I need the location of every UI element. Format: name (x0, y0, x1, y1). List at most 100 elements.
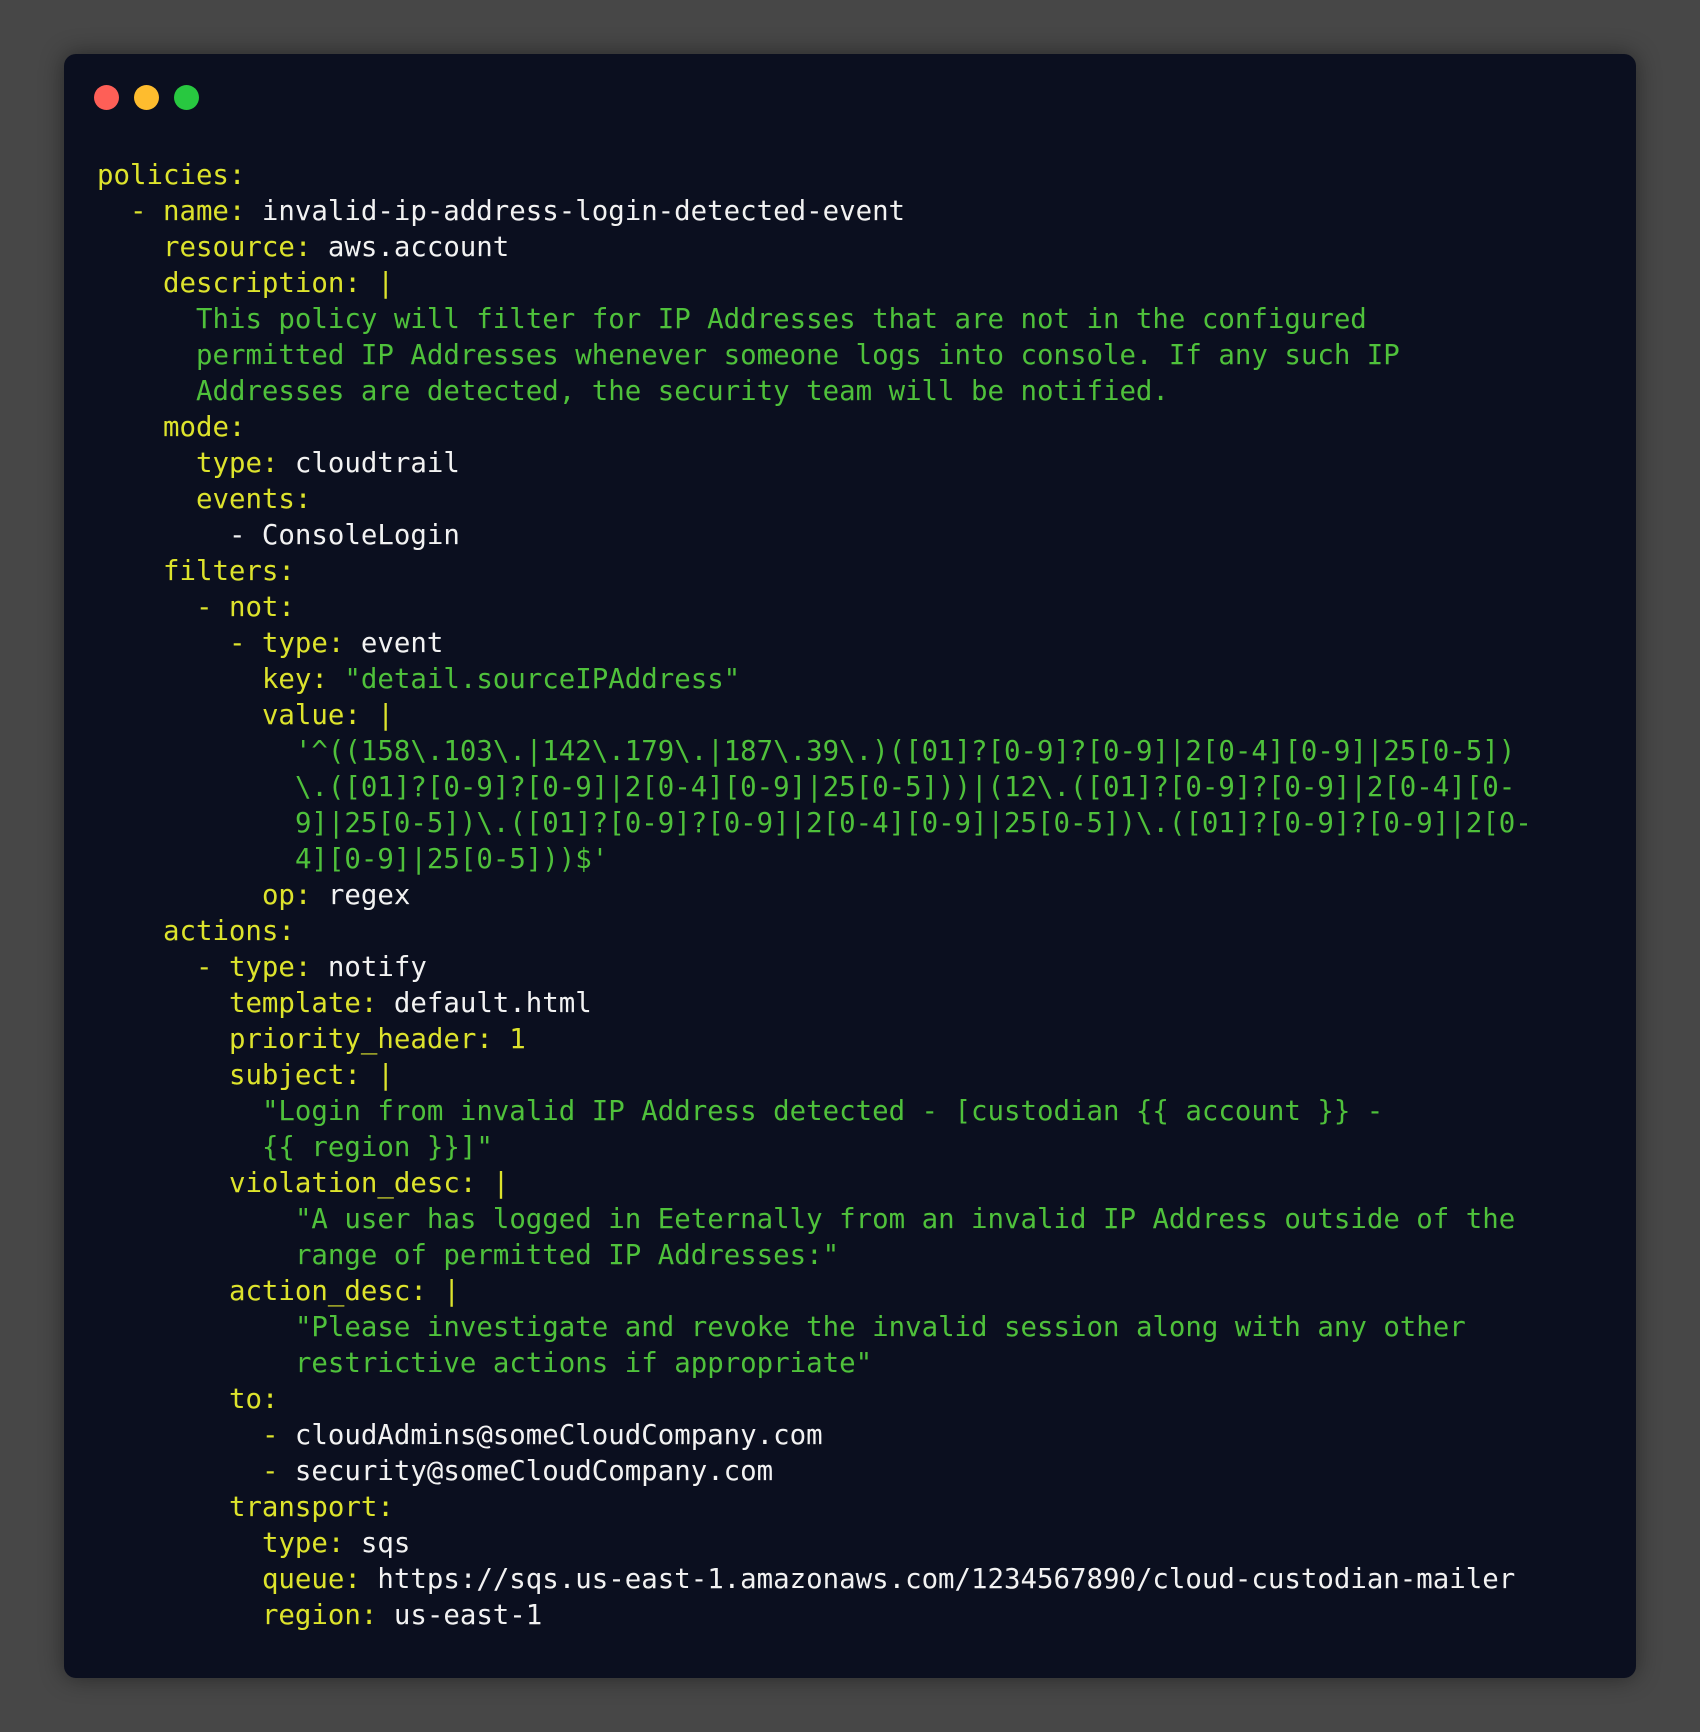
code-line: permitted IP Addresses whenever someone … (97, 338, 1532, 374)
yaml-key: - not: (195, 592, 295, 623)
code-line: filters: (97, 554, 1532, 590)
code-line: subject: | (97, 1058, 1532, 1094)
code-line: - ConsoleLogin (97, 518, 1532, 554)
yaml-key: - (261, 1456, 279, 1487)
code-line: "Login from invalid IP Address detected … (97, 1094, 1532, 1130)
code-line: key: "detail.sourceIPAddress" (97, 662, 1532, 698)
yaml-key: priority_header: 1 (228, 1024, 526, 1055)
maximize-button[interactable] (174, 85, 199, 110)
yaml-key: region: (261, 1600, 378, 1631)
yaml-key: - (261, 1420, 279, 1451)
yaml-string: range of permitted IP Addresses:" (294, 1240, 840, 1271)
yaml-string: '^((158\.103\.|142\.179\.|187\.39\.)([01… (294, 736, 1516, 767)
code-line: - type: event (97, 626, 1532, 662)
minimize-button[interactable] (134, 85, 159, 110)
yaml-key: filters: (162, 556, 295, 587)
yaml-key: - name: (129, 196, 246, 227)
yaml-string: "Please investigate and revoke the inval… (294, 1312, 1466, 1343)
code-line: - security@someCloudCompany.com (97, 1454, 1532, 1490)
yaml-value: regex (311, 880, 411, 911)
yaml-key: - type: (228, 628, 345, 659)
code-line: events: (97, 482, 1532, 518)
code-line: action_desc: | (97, 1274, 1532, 1310)
yaml-key: template: (228, 988, 378, 1019)
window-controls (94, 85, 199, 110)
code-line: {{ region }}]" (97, 1130, 1532, 1166)
yaml-key: description: | (162, 268, 394, 299)
code-line: This policy will filter for IP Addresses… (97, 302, 1532, 338)
yaml-string: 9]|25[0-5])\.([01]?[0-9]?[0-9]|2[0-4][0-… (294, 808, 1532, 839)
code-line: value: | (97, 698, 1532, 734)
code-line: description: | (97, 266, 1532, 302)
yaml-value: aws.account (311, 232, 510, 263)
yaml-value: sqs (344, 1528, 411, 1559)
yaml-key: action_desc: | (228, 1276, 460, 1307)
code-line: - type: notify (97, 950, 1532, 986)
terminal-window: policies: - name: invalid-ip-address-logi… (64, 54, 1636, 1678)
yaml-string: "Login from invalid IP Address detected … (261, 1096, 1384, 1127)
yaml-value: cloudAdmins@someCloudCompany.com (278, 1420, 823, 1451)
code-line: - name: invalid-ip-address-login-detecte… (97, 194, 1532, 230)
code-line: template: default.html (97, 986, 1532, 1022)
code-line: - cloudAdmins@someCloudCompany.com (97, 1418, 1532, 1454)
code-line: priority_header: 1 (97, 1022, 1532, 1058)
code-line: - not: (97, 590, 1532, 626)
code-line: type: sqs (97, 1526, 1532, 1562)
code-line: queue: https://sqs.us-east-1.amazonaws.c… (97, 1562, 1532, 1598)
code-line: "Please investigate and revoke the inval… (97, 1310, 1532, 1346)
yaml-key: queue: (261, 1564, 361, 1595)
yaml-string: "detail.sourceIPAddress" (327, 664, 741, 695)
code-line: mode: (97, 410, 1532, 446)
yaml-value: security@someCloudCompany.com (278, 1456, 774, 1487)
code-line: violation_desc: | (97, 1166, 1532, 1202)
yaml-string: permitted IP Addresses whenever someone … (195, 340, 1400, 371)
yaml-key: policies: (97, 160, 246, 191)
code-line: to: (97, 1382, 1532, 1418)
yaml-string: Addresses are detected, the security tea… (195, 376, 1169, 407)
code-line: policies: (97, 158, 1532, 194)
yaml-key: - type: (195, 952, 312, 983)
code-line: actions: (97, 914, 1532, 950)
code-line: op: regex (97, 878, 1532, 914)
yaml-key: resource: (162, 232, 312, 263)
yaml-code-block: policies: - name: invalid-ip-address-logi… (97, 158, 1532, 1634)
code-line: resource: aws.account (97, 230, 1532, 266)
yaml-string: \.([01]?[0-9]?[0-9]|2[0-4][0-9]|25[0-5])… (294, 772, 1516, 803)
yaml-string: "A user has logged in Eeternally from an… (294, 1204, 1516, 1235)
code-line: type: cloudtrail (97, 446, 1532, 482)
yaml-key: transport: (228, 1492, 394, 1523)
code-line: \.([01]?[0-9]?[0-9]|2[0-4][0-9]|25[0-5])… (97, 770, 1532, 806)
yaml-key: violation_desc: | (228, 1168, 510, 1199)
code-line: 4][0-9]|25[0-5]))$' (97, 842, 1532, 878)
yaml-string: {{ region }}]" (261, 1132, 493, 1163)
code-line: transport: (97, 1490, 1532, 1526)
code-line: "A user has logged in Eeternally from an… (97, 1202, 1532, 1238)
yaml-key: actions: (162, 916, 295, 947)
code-line: range of permitted IP Addresses:" (97, 1238, 1532, 1274)
yaml-key: type: (195, 448, 279, 479)
yaml-value: event (344, 628, 444, 659)
yaml-string: 4][0-9]|25[0-5]))$' (294, 844, 609, 875)
code-line: Addresses are detected, the security tea… (97, 374, 1532, 410)
code-line: '^((158\.103\.|142\.179\.|187\.39\.)([01… (97, 734, 1532, 770)
code-line: restrictive actions if appropriate" (97, 1346, 1532, 1382)
yaml-value: https://sqs.us-east-1.amazonaws.com/1234… (360, 1564, 1516, 1595)
yaml-value: cloudtrail (278, 448, 460, 479)
yaml-key: mode: (162, 412, 246, 443)
yaml-key: to: (228, 1384, 279, 1415)
yaml-key: key: (261, 664, 328, 695)
yaml-value: us-east-1 (377, 1600, 543, 1631)
close-button[interactable] (94, 85, 119, 110)
yaml-value: notify (311, 952, 427, 983)
yaml-key: events: (195, 484, 312, 515)
yaml-key: type: (261, 1528, 345, 1559)
yaml-key: subject: | (228, 1060, 394, 1091)
yaml-value: invalid-ip-address-login-detected-event (245, 196, 906, 227)
yaml-value: - ConsoleLogin (228, 520, 460, 551)
yaml-string: This policy will filter for IP Addresses… (195, 304, 1367, 335)
code-line: 9]|25[0-5])\.([01]?[0-9]?[0-9]|2[0-4][0-… (97, 806, 1532, 842)
yaml-string: restrictive actions if appropriate" (294, 1348, 873, 1379)
code-line: region: us-east-1 (97, 1598, 1532, 1634)
yaml-key: op: (261, 880, 312, 911)
yaml-value: default.html (377, 988, 592, 1019)
